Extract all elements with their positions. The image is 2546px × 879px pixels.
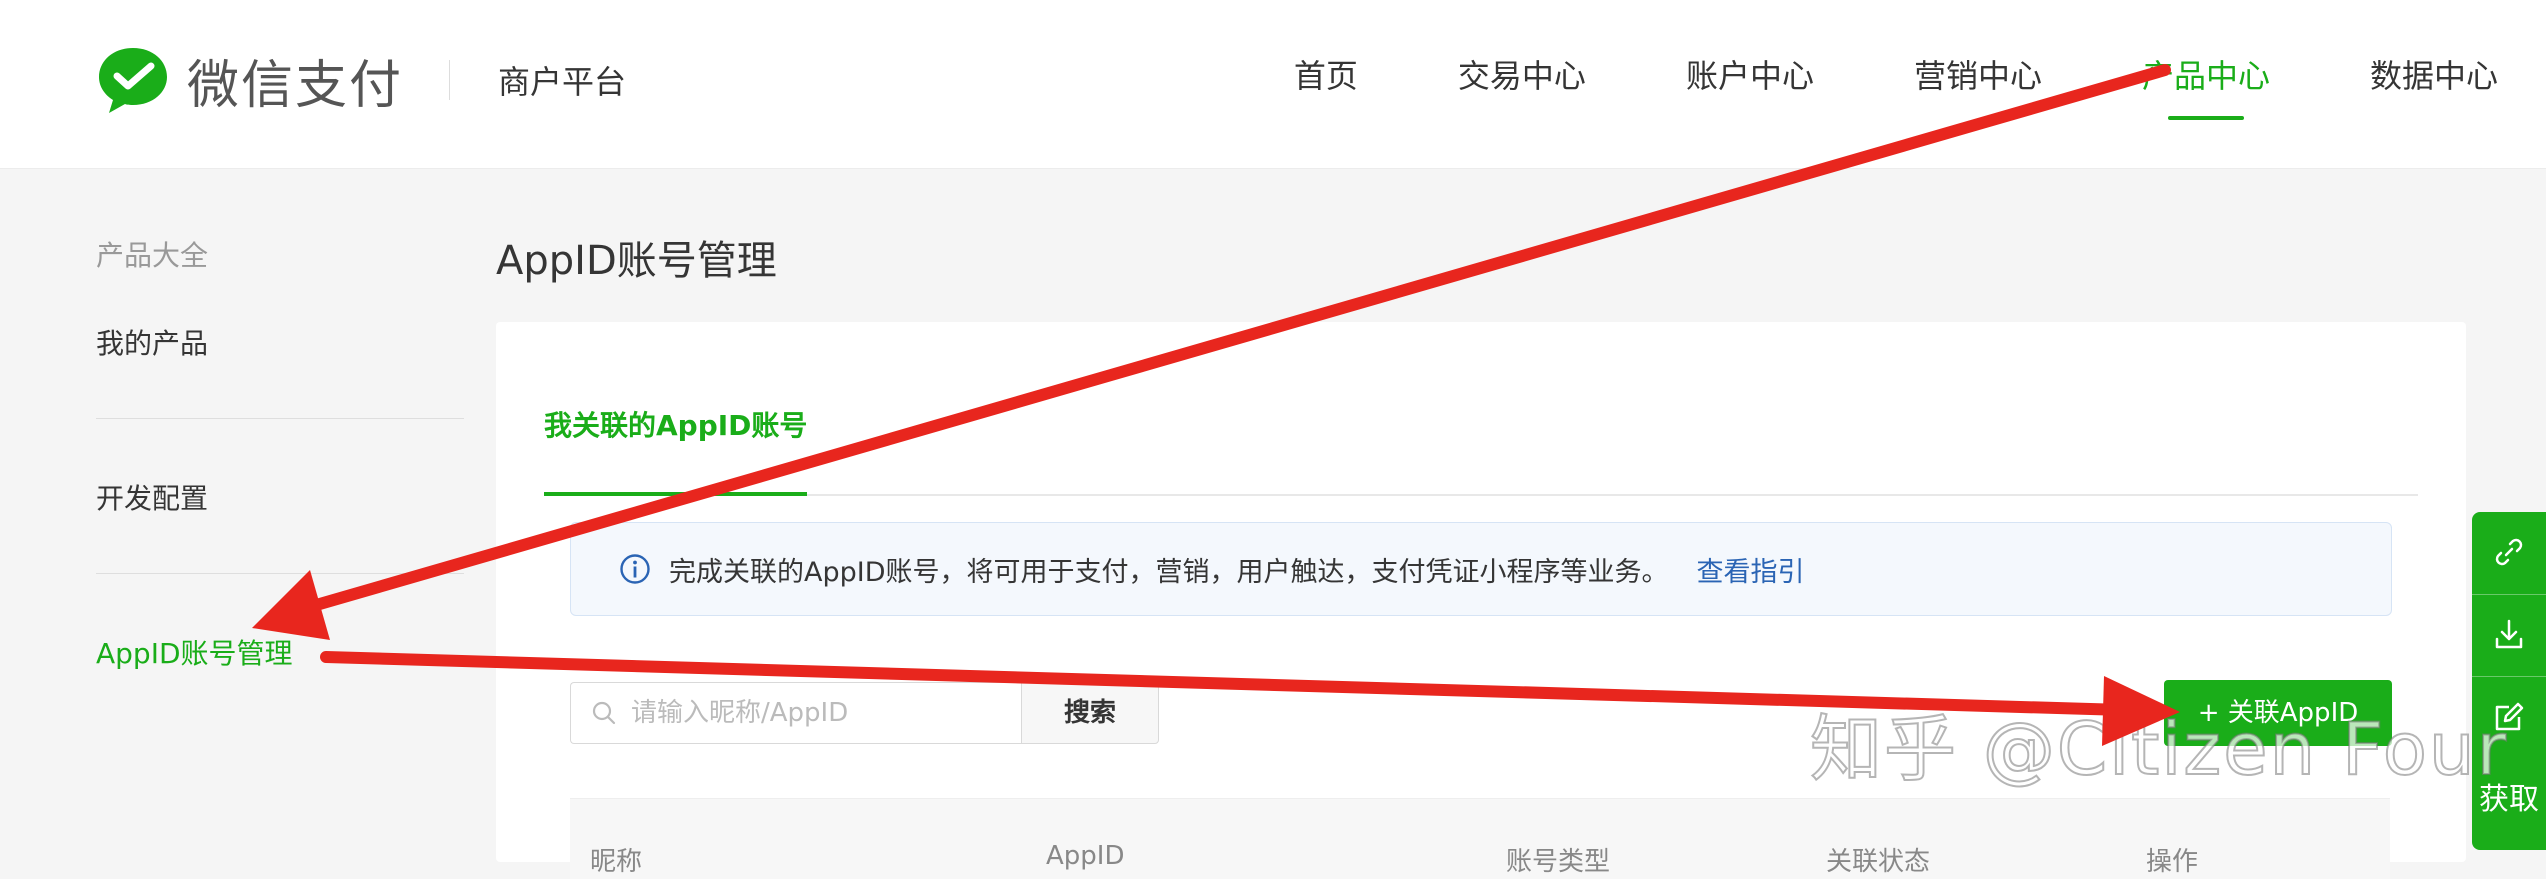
search-button[interactable]: 搜索 <box>1021 682 1159 744</box>
search-box <box>570 682 1021 744</box>
zhihu-watermark: 知乎 @Citizen Four <box>1809 706 2509 792</box>
page-title: AppID账号管理 <box>496 238 777 284</box>
sidebar-item-my-products[interactable]: 我的产品 <box>96 322 464 362</box>
main-nav: 首页 交易中心 账户中心 营销中心 产品中心 数据中心 <box>1194 0 2498 168</box>
tab-linked-appids[interactable]: 我关联的AppID账号 <box>544 404 808 496</box>
sidebar-item-dev-config[interactable]: 开发配置 <box>96 477 464 517</box>
download-icon <box>2495 619 2523 649</box>
nav-home[interactable]: 首页 <box>1294 0 1358 168</box>
info-notice: 完成关联的AppID账号，将可用于支付，营销，用户触达，支付凭证小程序等业务。 … <box>570 522 2392 616</box>
nav-products[interactable]: 产品中心 <box>2142 0 2270 168</box>
search-input[interactable] <box>629 697 1013 729</box>
sidebar: 产品大全 我的产品 开发配置 AppID账号管理 <box>96 168 464 672</box>
tab-bar: 我关联的AppID账号 <box>544 404 2418 496</box>
column-header-account-type: 账号类型 <box>1506 847 1611 877</box>
download-tool-button[interactable] <box>2472 594 2546 675</box>
notice-text: 完成关联的AppID账号，将可用于支付，营销，用户触达，支付凭证小程序等业务。 <box>669 556 1669 588</box>
table-header: 昵称 AppID 账号类型 关联状态 操作 <box>570 798 2390 879</box>
sidebar-divider <box>96 418 464 419</box>
platform-name: 商户平台 <box>498 63 627 101</box>
nav-account[interactable]: 账户中心 <box>1686 0 1814 168</box>
nav-transactions[interactable]: 交易中心 <box>1458 0 1586 168</box>
wechat-pay-logo[interactable]: 微信支付 商户平台 <box>95 44 626 116</box>
info-icon <box>620 554 650 584</box>
sidebar-divider <box>96 573 464 574</box>
brand-name: 微信支付 <box>187 55 404 116</box>
nav-data[interactable]: 数据中心 <box>2370 0 2498 168</box>
search-icon <box>592 701 616 725</box>
column-header-appid: AppID <box>1046 841 1125 871</box>
floating-toolbar: 获取 <box>2472 512 2546 850</box>
logo-divider <box>449 60 451 100</box>
column-header-nickname: 昵称 <box>590 847 643 877</box>
wechat-pay-logo-icon <box>99 48 167 113</box>
top-header: 微信支付 商户平台 首页 交易中心 账户中心 营销中心 产品中心 数据中心 <box>0 0 2546 169</box>
link-tool-button[interactable] <box>2472 512 2546 592</box>
sidebar-heading[interactable]: 产品大全 <box>96 234 464 274</box>
column-header-actions: 操作 <box>2146 847 2199 877</box>
nav-marketing[interactable]: 营销中心 <box>1914 0 2042 168</box>
view-guide-link[interactable]: 查看指引 <box>1697 550 1805 589</box>
search-group: 搜索 <box>570 682 1159 744</box>
column-header-link-status: 关联状态 <box>1826 847 1931 877</box>
sidebar-item-appid-management[interactable]: AppID账号管理 <box>96 632 464 672</box>
link-icon <box>2495 538 2523 566</box>
